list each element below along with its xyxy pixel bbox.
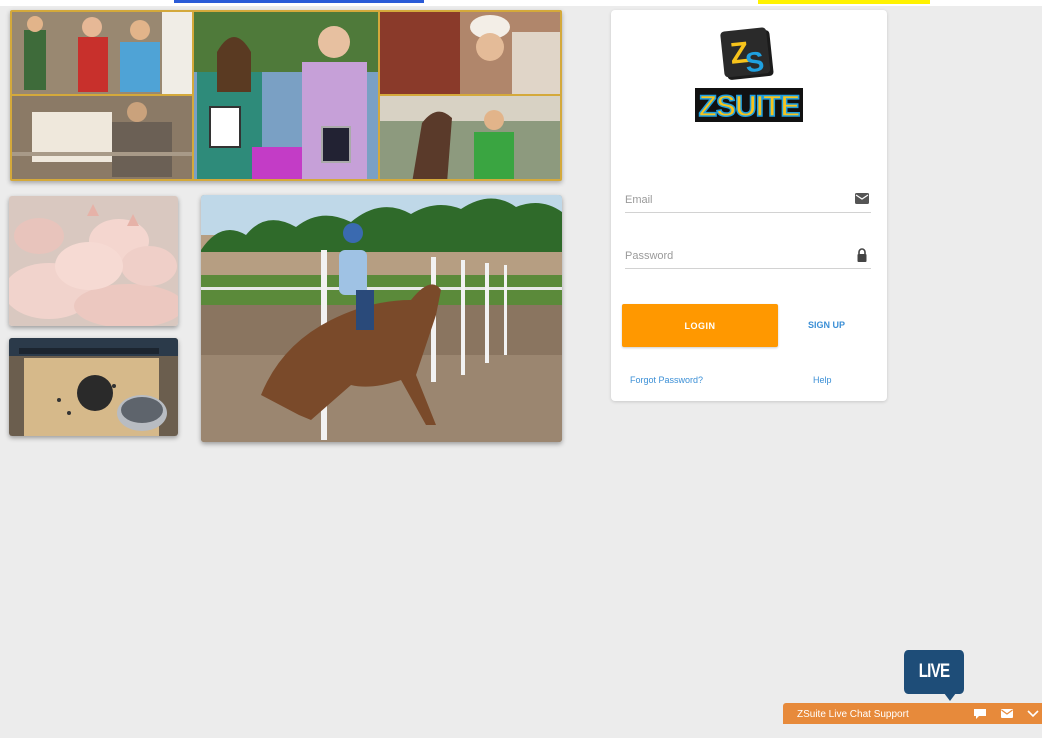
pigs-photo <box>9 196 178 326</box>
target-shooting-photo <box>9 338 178 436</box>
top-strip <box>0 0 1042 6</box>
login-card: Z S ZSUITE LOGIN SIGN UP Forgot Password… <box>611 10 887 401</box>
svg-text:ZSUITE: ZSUITE <box>699 90 800 123</box>
login-button[interactable]: LOGIN <box>622 304 778 347</box>
signup-link[interactable]: SIGN UP <box>808 320 845 330</box>
collage-image <box>12 12 560 179</box>
email-icon[interactable] <box>1000 708 1014 719</box>
live-chat-bar[interactable]: ZSuite Live Chat Support <box>783 703 1042 724</box>
horse-pole-bending-photo <box>201 195 562 442</box>
forgot-password-link[interactable]: Forgot Password? <box>630 375 703 385</box>
svg-text:S: S <box>744 46 766 79</box>
password-input[interactable] <box>625 246 835 266</box>
live-chat-badge-tail <box>944 693 956 701</box>
email-field <box>625 190 871 213</box>
photo-collage <box>10 10 562 181</box>
envelope-icon <box>855 193 869 204</box>
lock-icon <box>857 248 867 262</box>
chat-bubble-icon[interactable] <box>973 708 987 719</box>
live-chat-badge[interactable]: LIVE CHAT <box>904 650 964 726</box>
live-chat-bar-label: ZSuite Live Chat Support <box>797 709 909 720</box>
help-link[interactable]: Help <box>813 375 832 385</box>
password-field <box>625 246 871 269</box>
zsuite-logo: Z S ZSUITE <box>695 27 803 124</box>
top-highlight-bar <box>758 0 930 4</box>
minimize-icon[interactable] <box>1026 708 1040 719</box>
email-input[interactable] <box>625 190 835 210</box>
top-link-bar[interactable] <box>174 0 424 3</box>
